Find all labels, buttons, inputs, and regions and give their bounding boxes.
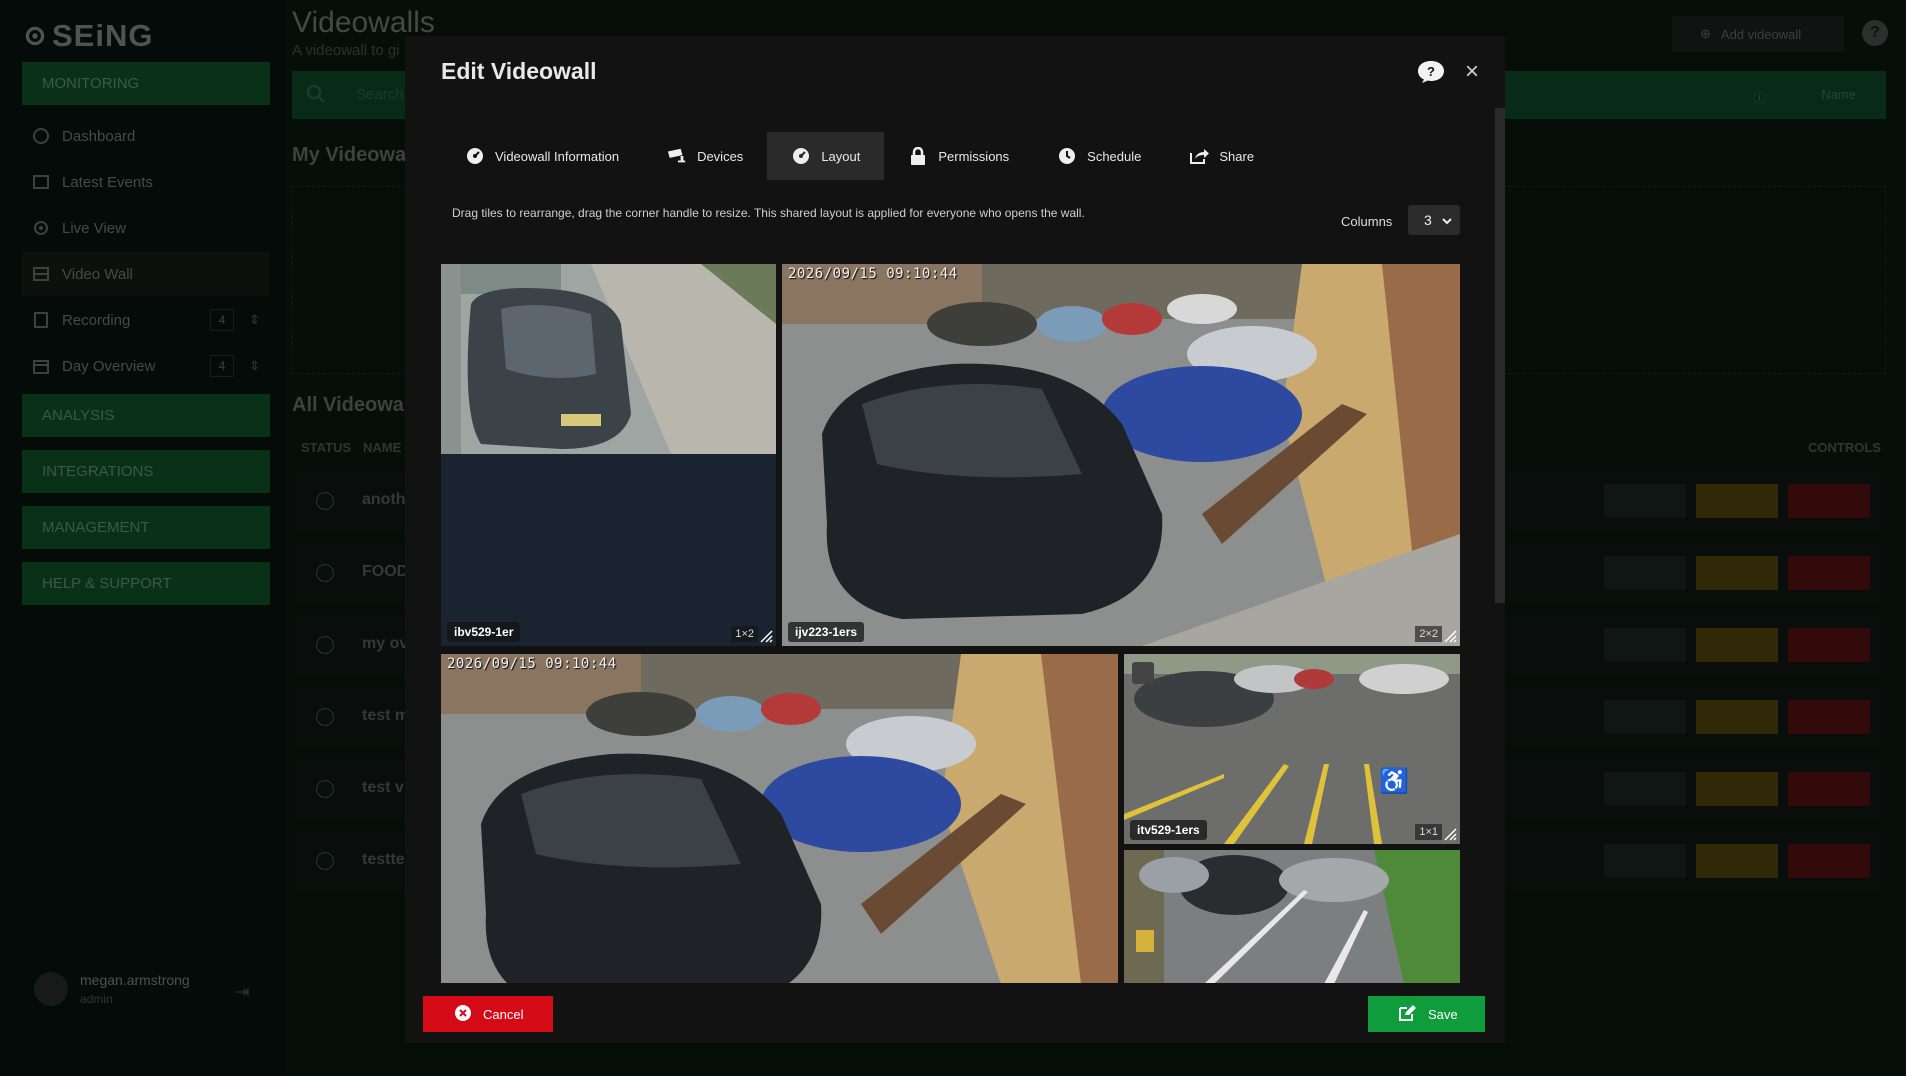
tab-label: Share [1219,148,1255,164]
resize-handle-icon[interactable] [1443,629,1457,643]
timestamp: 2026/09/15 09:10:44 [788,266,958,282]
camera-feed-image [1124,850,1460,984]
cctv-camera-icon [667,146,687,166]
close-icon[interactable]: × [1460,60,1484,84]
tab-layout[interactable]: Layout [767,132,885,180]
camera-feed-image [441,264,776,454]
layout-hint: Drag tiles to rearrange, drag the corner… [452,206,1085,220]
save-button[interactable]: Save [1368,996,1485,1032]
dialog-tabs: Videowall Information Devices Layout Per… [441,132,1278,180]
columns-value: 3 [1424,212,1432,228]
resize-handle-icon[interactable] [759,629,773,643]
tab-devices[interactable]: Devices [643,132,767,180]
tab-label: Schedule [1087,148,1142,164]
columns-select[interactable]: 3 [1408,205,1460,235]
cancel-button[interactable]: Cancel [423,996,553,1032]
tab-schedule[interactable]: Schedule [1033,132,1165,180]
save-label: Save [1428,1006,1458,1022]
lock-icon [908,146,928,166]
dialog-title: Edit Videowall [441,58,597,84]
chevron-down-icon [1442,212,1452,228]
help-icon[interactable]: ? [1417,60,1445,84]
videowall-tile[interactable]: ♿ itv529-1ers 1×1 [1124,654,1460,844]
videowall-tile[interactable]: ibv529-1er 1×2 [441,264,776,646]
tab-label: Permissions [938,148,1010,164]
dashboard-icon [465,146,485,166]
tile-label: ibv529-1er [447,622,521,642]
tab-videowall-information[interactable]: Videowall Information [441,132,643,180]
svg-text:?: ? [1427,64,1435,79]
tab-label: Devices [697,148,744,164]
tab-label: Layout [821,148,861,164]
camera-feed-image [782,264,1460,646]
tile-label: itv529-1ers [1130,820,1207,840]
cancel-label: Cancel [483,1006,524,1022]
columns-label: Columns [1341,214,1393,229]
camera-feed-image [441,654,1118,984]
tab-label: Videowall Information [495,148,620,164]
tile-size-badge: 1×2 [731,626,758,642]
tile-label: ijv223-1ers [788,622,865,642]
videowall-tile[interactable]: 2026/09/15 09:10:44 ijv223-1ers 2×2 [782,264,1460,646]
dialog-scrollbar[interactable] [1495,108,1505,603]
tile-size-badge: 2×2 [1415,626,1442,642]
dialog-footer [405,983,1505,1043]
tab-permissions[interactable]: Permissions [884,132,1033,180]
tile-size-badge: 1×1 [1415,824,1442,840]
clock-icon [1057,146,1077,166]
share-icon [1189,146,1210,166]
timestamp: 2026/09/15 09:10:44 [447,656,617,672]
resize-handle-icon[interactable] [1443,827,1457,841]
gauge-icon [791,146,811,166]
videowall-tile[interactable]: 2026/09/15 09:10:44 [441,654,1118,984]
videowall-tile[interactable] [1124,850,1460,984]
edit-icon [1398,1004,1416,1024]
svg-text:♿: ♿ [1379,767,1409,795]
close-circle-icon [455,1004,471,1024]
camera-feed-image: ♿ [1124,654,1460,844]
edit-videowall-dialog: Edit Videowall ? × Videowall Information… [405,36,1505,1043]
tab-share[interactable]: Share [1165,132,1278,180]
